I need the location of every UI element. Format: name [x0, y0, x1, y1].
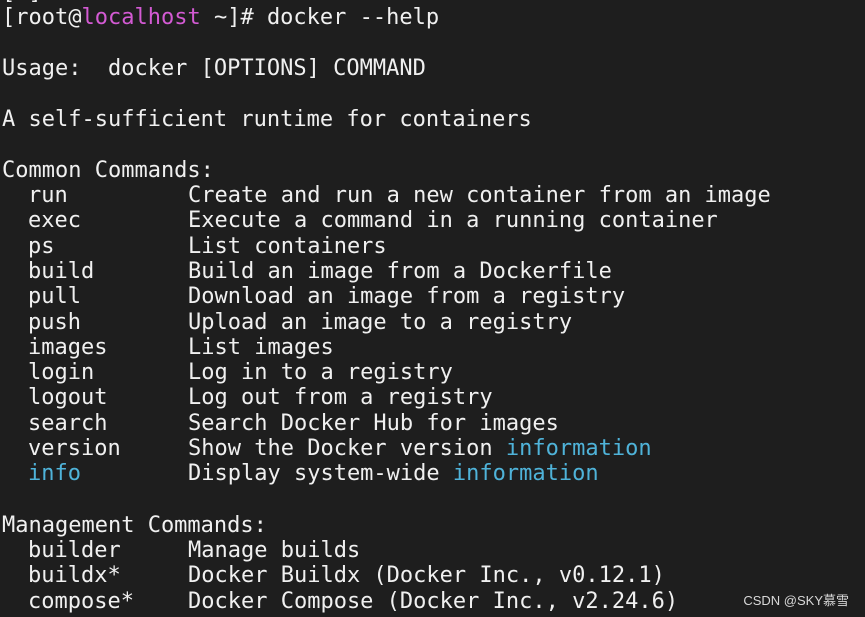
description-text: Download an image from a registry	[188, 284, 626, 309]
common-command-description: Show the Docker version information	[188, 436, 652, 461]
description-text: List images	[188, 335, 334, 360]
management-commands-header: Management Commands:	[2, 513, 267, 538]
description-text: Manage builds	[188, 538, 361, 563]
description-text: Build an image from a Dockerfile	[188, 259, 612, 284]
prompt-host: localhost	[81, 5, 201, 30]
common-command-name: build	[28, 259, 95, 284]
common-command-name: search	[28, 411, 108, 436]
prompt-command: docker --help	[266, 5, 440, 30]
description-text: List containers	[188, 234, 387, 259]
usage-line: Usage: docker [OPTIONS] COMMAND	[2, 56, 426, 81]
description-text: Docker Buildx (Docker Inc., v0.12.1)	[188, 563, 665, 588]
common-command-name: push	[28, 310, 81, 335]
common-command-description: Build an image from a Dockerfile	[188, 259, 612, 284]
common-command-description: Download an image from a registry	[188, 284, 625, 309]
prompt-path: ~]#	[200, 5, 267, 30]
common-command-name: run	[28, 183, 68, 208]
description-text: Show the Docker version	[188, 436, 506, 461]
management-command-description: Docker Buildx (Docker Inc., v0.12.1)	[188, 563, 665, 588]
common-command-name: login	[28, 360, 95, 385]
management-command-name: builder	[28, 538, 121, 563]
common-command-name: images	[28, 335, 108, 360]
common-command-name: info	[28, 461, 81, 486]
common-command-name: logout	[28, 385, 108, 410]
prompt-open-bracket: [	[2, 5, 16, 30]
csdn-watermark: CSDN @SKY慕雪	[743, 593, 849, 608]
management-command-description: Manage builds	[188, 538, 360, 563]
description-text: Upload an image to a registry	[188, 310, 573, 335]
description-text: Display system-wide	[188, 461, 453, 486]
prompt-user: root@	[15, 5, 82, 30]
management-command-name: buildx*	[28, 563, 121, 588]
common-command-description: Display system-wide information	[188, 461, 599, 486]
common-command-name: version	[28, 436, 121, 461]
description-text: Log out from a registry	[188, 385, 493, 410]
tagline: A self-sufficient runtime for containers	[2, 107, 532, 132]
management-command-name: compose*	[28, 589, 134, 614]
management-command-description: Docker Compose (Docker Inc., v2.24.6)	[188, 589, 678, 614]
common-commands-header: Common Commands:	[2, 158, 214, 183]
common-command-description: List images	[188, 335, 334, 360]
common-command-name: ps	[28, 234, 55, 259]
common-command-description: Log out from a registry	[188, 385, 493, 410]
terminal-window[interactable]: [ ] [root@localhost ~]# docker --help Us…	[0, 0, 865, 617]
description-highlight: information	[505, 436, 652, 461]
common-command-description: Log in to a registry	[188, 360, 453, 385]
common-command-description: Search Docker Hub for images	[188, 411, 559, 436]
prompt-line: [root@localhost ~]# docker --help	[2, 5, 439, 30]
description-text: Log in to a registry	[188, 360, 453, 385]
common-command-description: Execute a command in a running container	[188, 208, 718, 233]
description-text: Search Docker Hub for images	[188, 411, 559, 436]
common-command-description: Upload an image to a registry	[188, 310, 572, 335]
description-text: Docker Compose (Docker Inc., v2.24.6)	[188, 589, 679, 614]
description-highlight: information	[452, 461, 599, 486]
description-text: Execute a command in a running container	[188, 208, 718, 233]
common-command-description: Create and run a new container from an i…	[188, 183, 771, 208]
common-command-description: List containers	[188, 234, 387, 259]
common-command-name: exec	[28, 208, 81, 233]
description-text: Create and run a new container from an i…	[188, 183, 771, 208]
common-command-name: pull	[28, 284, 81, 309]
